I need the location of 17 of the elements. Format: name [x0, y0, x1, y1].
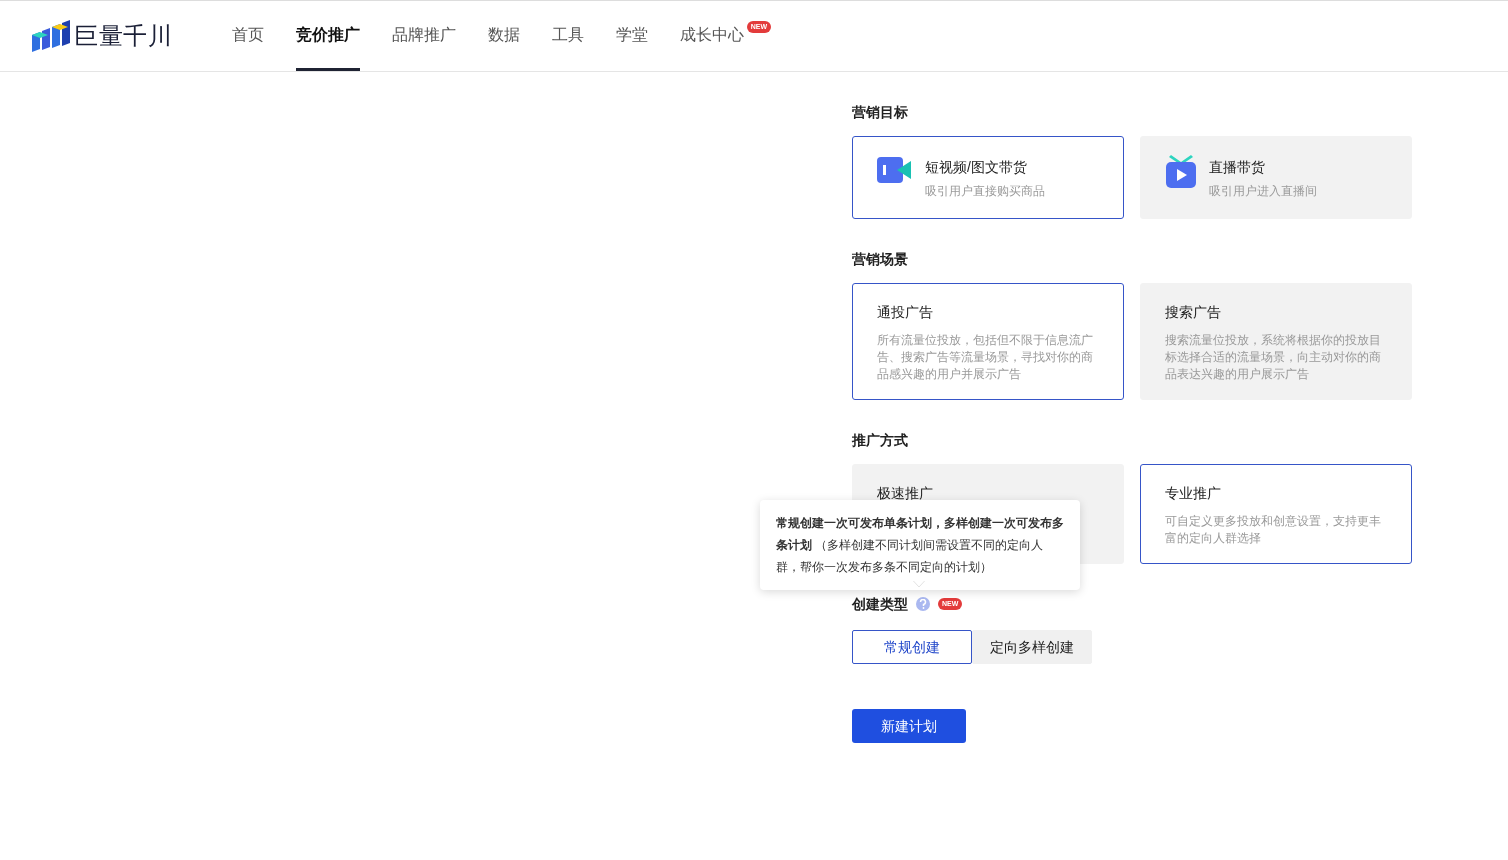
option-description: 吸引用户直接购买商品 [925, 183, 1045, 200]
option-description: 可自定义更多投放和创意设置，支持更丰富的定向人群选择 [1165, 513, 1382, 547]
option-title: 极速推广 [877, 484, 933, 503]
section-title: 营销目标 [852, 103, 909, 122]
option-description: 搜索流量位投放，系统将根据你的投放目标选择合适的流量场景，向主动对你的商品表达兴趣的用户展示广告 [1165, 332, 1382, 383]
option-description: 所有流量位投放，包括但不限于信息流广告、搜索广告等流量场景，寻找对你的商品感兴趣的用户并展示广告 [877, 332, 1094, 383]
section-title: 营销场景 [852, 250, 909, 269]
option-title: 搜索广告 [1165, 303, 1222, 322]
option-title: 短视频/图文带货 [925, 158, 1028, 177]
option-title: 直播带货 [1209, 158, 1266, 177]
create-type-label: 创建类型 [852, 595, 908, 614]
tooltip-text: 常规创建一次可发布单条计划，多样创建一次可发布多条计划 （多样创建不同计划间需设置不同的定向人群，帮你一次发布多条不同定向的计划） [776, 516, 1064, 574]
option-description: 吸引用户进入直播间 [1209, 183, 1317, 200]
option-title: 专业推广 [1165, 484, 1222, 503]
section-title: 推广方式 [852, 431, 909, 450]
logo-text: 巨量千川 [74, 21, 173, 51]
option-title: 通投广告 [877, 303, 934, 322]
